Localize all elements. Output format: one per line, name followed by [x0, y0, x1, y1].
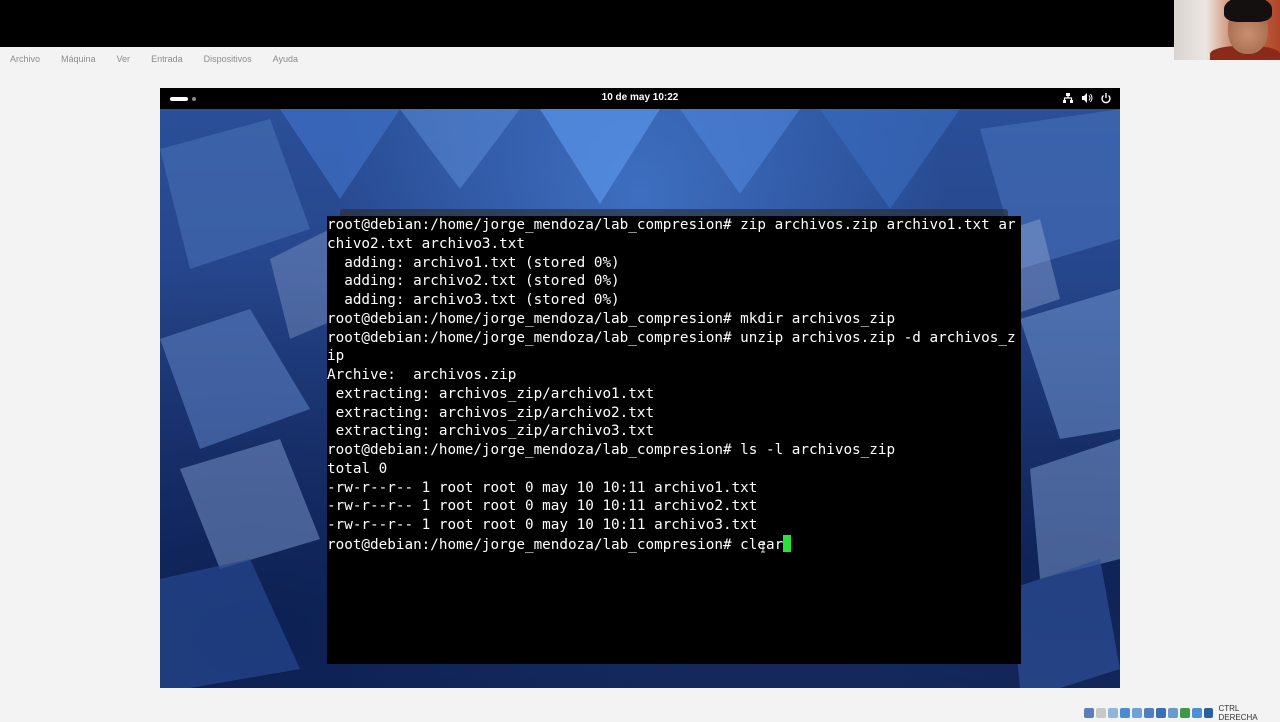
terminal-line: -rw-r--r-- 1 root root 0 may 10 10:11 ar…	[327, 479, 758, 496]
vm-screen[interactable]: 10 de may 10:22 root@debian:/home/jorge_…	[160, 88, 1120, 688]
terminal-line: extracting: archivos_zip/archivo3.txt	[327, 423, 655, 440]
mouse-integration-icon[interactable]	[1191, 708, 1202, 718]
host-key-label: CTRL DERECHA	[1218, 704, 1258, 722]
host-title-strip	[0, 0, 1174, 47]
menu-ver[interactable]: Ver	[117, 54, 131, 64]
usb-icon[interactable]	[1131, 708, 1142, 718]
terminal-line: adding: archivo3.txt (stored 0%)	[327, 292, 620, 308]
menu-dispositivos[interactable]: Dispositivos	[204, 54, 252, 64]
terminal-line: root@debian:/home/jorge_mendoza/lab_comp…	[327, 217, 1016, 233]
terminal-line: root@debian:/home/jorge_mendoza/lab_comp…	[327, 310, 896, 327]
menu-maquina[interactable]: Máquina	[61, 54, 96, 64]
terminal-line: Archive: archivos.zip	[327, 367, 517, 383]
terminal-line: extracting: archivos_zip/archivo1.txt	[327, 385, 655, 402]
terminal-input-line[interactable]: root@debian:/home/jorge_mendoza/lab_comp…	[327, 534, 1021, 554]
terminal-line: root@debian:/home/jorge_mendoza/lab_comp…	[327, 329, 1016, 346]
network-icon[interactable]	[1062, 91, 1074, 105]
vbox-menubar: Archivo Máquina Ver Entrada Dispositivos…	[0, 47, 1174, 71]
audio-icon[interactable]	[1107, 708, 1118, 718]
volume-icon[interactable]	[1081, 91, 1093, 105]
terminal-window[interactable]: root@debian:/home/jorge_mendoza/lab_comp…	[327, 216, 1021, 664]
network-adapter-icon[interactable]	[1119, 708, 1130, 718]
vbox-statusbar: CTRL DERECHA	[1084, 704, 1280, 722]
terminal-line: -rw-r--r-- 1 root root 0 may 10 10:11 ar…	[327, 517, 758, 533]
video-capture-icon[interactable]	[1167, 708, 1178, 718]
terminal-line: root@debian:/home/jorge_mendoza/lab_comp…	[327, 442, 896, 458]
gnome-top-bar: 10 de may 10:22	[160, 88, 1120, 109]
terminal-line: -rw-r--r-- 1 root root 0 may 10 10:11 ar…	[327, 498, 758, 515]
terminal-line: total 0	[327, 460, 388, 477]
display-icon[interactable]	[1155, 708, 1166, 718]
terminal-line: ip	[327, 348, 345, 365]
terminal-line: adding: archivo2.txt (stored 0%)	[327, 273, 620, 290]
shared-folders-icon[interactable]	[1143, 708, 1154, 718]
optical-drive-icon[interactable]	[1095, 708, 1106, 718]
power-icon[interactable]	[1100, 91, 1112, 105]
keyboard-capture-icon[interactable]	[1203, 708, 1214, 718]
terminal-line: extracting: archivos_zip/archivo2.txt	[327, 404, 655, 421]
webcam-overlay	[1174, 0, 1280, 60]
webcam-hair	[1224, 0, 1272, 22]
clock[interactable]: 10 de may 10:22	[160, 92, 1120, 103]
terminal-line: adding: archivo1.txt (stored 0%)	[327, 254, 620, 271]
system-tray[interactable]	[1062, 91, 1112, 105]
menu-archivo[interactable]: Archivo	[10, 54, 40, 64]
terminal-titlebar-edge	[340, 209, 1008, 216]
menu-ayuda[interactable]: Ayuda	[273, 54, 298, 64]
menu-entrada[interactable]: Entrada	[151, 54, 183, 64]
cpu-activity-icon[interactable]	[1179, 708, 1190, 718]
terminal-cursor	[783, 534, 792, 552]
hard-disk-icon[interactable]	[1084, 708, 1094, 718]
terminal-prompt: root@debian:/home/jorge_mendoza/lab_comp…	[327, 536, 741, 553]
text-cursor-icon	[761, 541, 765, 553]
terminal-line: chivo2.txt archivo3.txt	[327, 235, 525, 252]
